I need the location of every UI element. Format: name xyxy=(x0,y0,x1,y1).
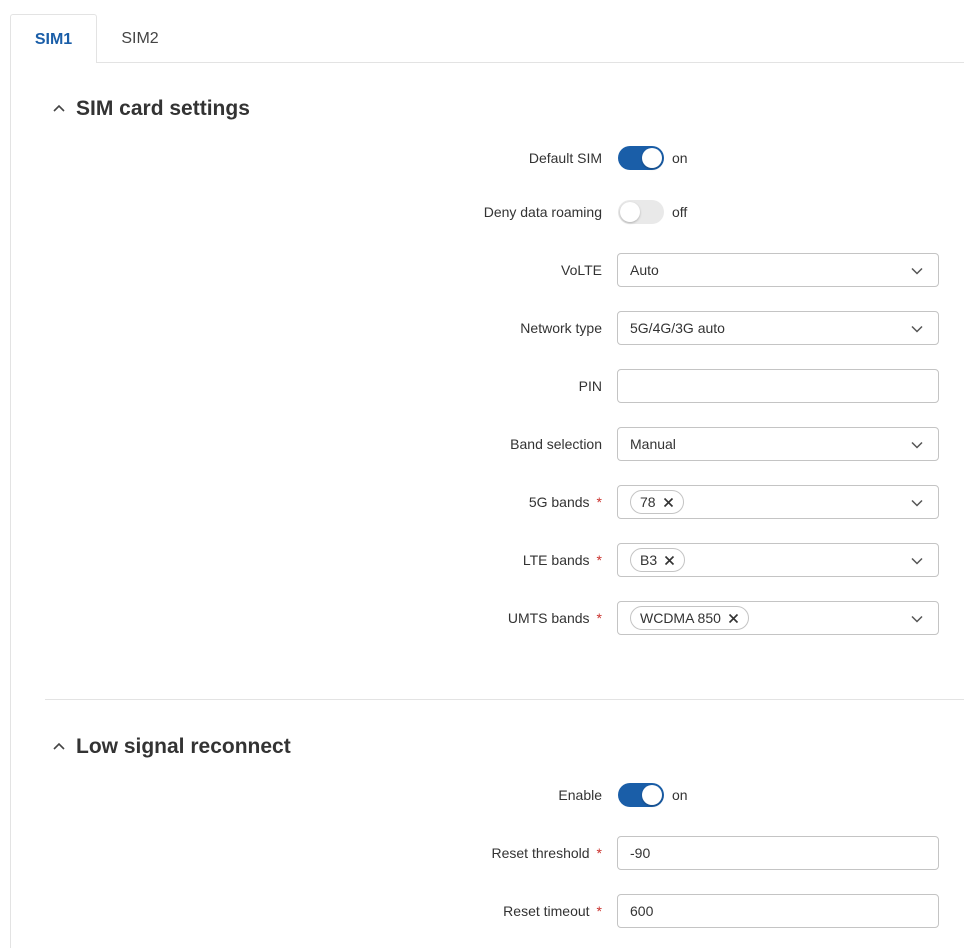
deny-data-roaming-state: off xyxy=(672,204,688,220)
toggle-knob xyxy=(620,202,640,222)
umts-bands-label: UMTS bands * xyxy=(507,610,602,626)
section-header-low-signal-reconnect[interactable]: Low signal reconnect xyxy=(50,732,291,762)
chevron-up-icon xyxy=(53,104,65,112)
deny-data-roaming-toggle[interactable] xyxy=(618,200,664,224)
default-sim-label: Default SIM xyxy=(528,150,602,166)
close-icon[interactable] xyxy=(728,613,739,624)
enable-toggle[interactable] xyxy=(618,783,664,807)
chevron-down-icon xyxy=(911,557,923,565)
chevron-down-icon xyxy=(911,441,923,449)
pin-input[interactable] xyxy=(618,370,932,402)
chip-label: 78 xyxy=(640,494,656,510)
pin-label: PIN xyxy=(578,378,602,394)
network-type-value: 5G/4G/3G auto xyxy=(630,320,725,336)
reset-timeout-field xyxy=(617,894,939,928)
band-selection-label: Band selection xyxy=(510,436,602,452)
network-type-label: Network type xyxy=(520,320,602,336)
toggle-knob xyxy=(642,785,662,805)
chip-label: B3 xyxy=(640,552,658,568)
tab-sim1[interactable]: SIM1 xyxy=(10,14,97,63)
toggle-knob xyxy=(642,148,662,168)
lte-bands-label: LTE bands * xyxy=(522,552,602,568)
default-sim-toggle[interactable] xyxy=(618,146,664,170)
reset-timeout-input[interactable] xyxy=(618,895,932,927)
required-asterisk: * xyxy=(596,610,602,626)
required-asterisk: * xyxy=(596,845,602,861)
volte-select[interactable]: Auto xyxy=(617,253,939,287)
default-sim-state: on xyxy=(672,150,688,166)
chevron-down-icon xyxy=(911,499,923,507)
chevron-down-icon xyxy=(911,267,923,275)
pin-field xyxy=(617,369,939,403)
section-title: SIM card settings xyxy=(76,97,250,120)
reset-threshold-input[interactable] xyxy=(618,837,932,869)
enable-label: Enable xyxy=(558,787,602,803)
band-selection-value: Manual xyxy=(630,436,676,452)
required-asterisk: * xyxy=(596,552,602,568)
reset-threshold-label: Reset threshold * xyxy=(491,845,602,861)
chevron-down-icon xyxy=(911,325,923,333)
deny-data-roaming-label: Deny data roaming xyxy=(483,204,602,220)
section-divider xyxy=(45,699,964,700)
close-icon[interactable] xyxy=(663,497,674,508)
chevron-up-icon xyxy=(53,742,65,750)
5g-bands-multiselect[interactable]: 78 xyxy=(617,485,939,519)
band-selection-select[interactable]: Manual xyxy=(617,427,939,461)
section-title: Low signal reconnect xyxy=(76,735,291,758)
network-type-select[interactable]: 5G/4G/3G auto xyxy=(617,311,939,345)
enable-state: on xyxy=(672,787,688,803)
chip-label: WCDMA 850 xyxy=(640,610,721,626)
band-chip: WCDMA 850 xyxy=(630,606,749,630)
reset-timeout-label: Reset timeout * xyxy=(503,903,602,919)
tab-sim2[interactable]: SIM2 xyxy=(104,14,176,63)
tab-bar: SIM1 SIM2 xyxy=(0,0,964,63)
volte-value: Auto xyxy=(630,262,659,278)
band-chip: 78 xyxy=(630,490,684,514)
reset-threshold-field xyxy=(617,836,939,870)
required-asterisk: * xyxy=(596,903,602,919)
lte-bands-multiselect[interactable]: B3 xyxy=(617,543,939,577)
volte-label: VoLTE xyxy=(561,262,602,278)
panel-border xyxy=(10,62,11,948)
section-header-sim-card-settings[interactable]: SIM card settings xyxy=(50,94,250,124)
band-chip: B3 xyxy=(630,548,686,572)
close-icon[interactable] xyxy=(664,555,675,566)
tab-baseline xyxy=(96,62,964,63)
chevron-down-icon xyxy=(911,615,923,623)
umts-bands-multiselect[interactable]: WCDMA 850 xyxy=(617,601,939,635)
required-asterisk: * xyxy=(596,494,602,510)
5g-bands-label: 5G bands * xyxy=(528,494,602,510)
